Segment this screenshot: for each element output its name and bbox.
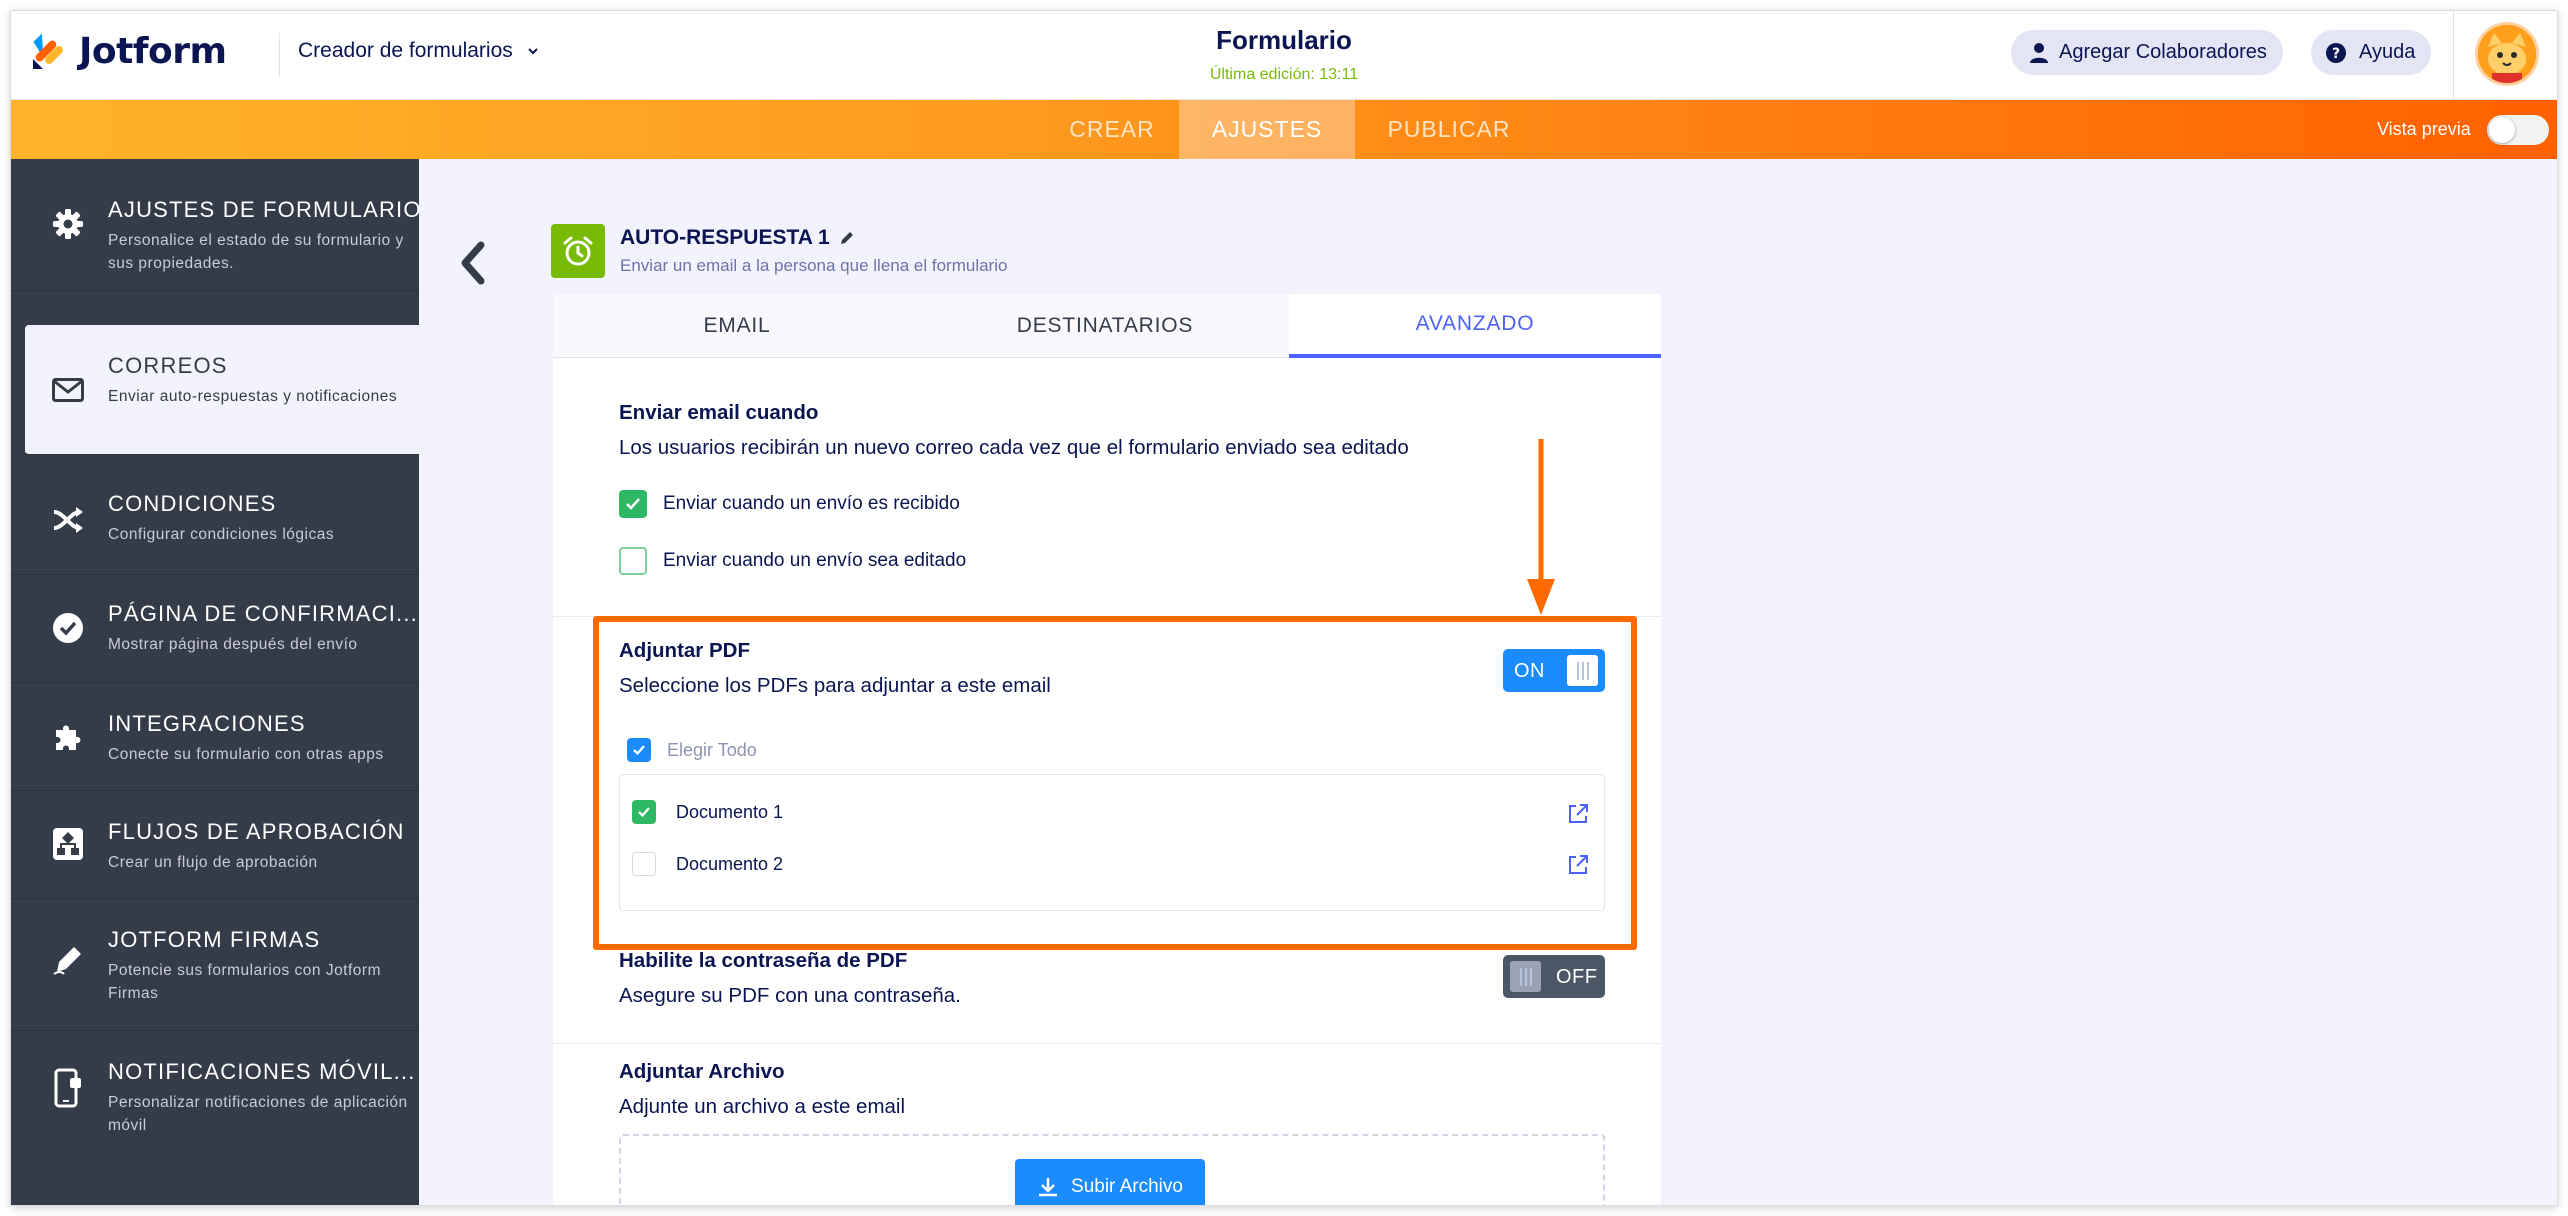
help-button[interactable]: ? Ayuda [2311,30,2432,75]
sidebar-item-title: FLUJOS DE APROBACIÓN [108,819,405,844]
add-collaborators-button[interactable]: Agregar Colaboradores [2011,30,2283,75]
send-when-desc: Los usuarios recibirán un nuevo correo c… [619,436,1409,459]
sidebar-item-integrations[interactable]: INTEGRACIONES Conecte su formulario con … [11,683,419,791]
autoresponse-title-text: AUTO-RESPUESTA 1 [620,226,830,249]
alarm-clock-icon [551,224,605,278]
tab-recipients[interactable]: DESTINATARIOS [921,294,1289,358]
panel-tabs: EMAIL DESTINATARIOS AVANZADO [553,294,1661,358]
envelope-icon [51,373,85,407]
sidebar-item-approval-flows[interactable]: FLUJOS DE APROBACIÓN Crear un flujo de a… [11,791,419,899]
settings-sidebar: AJUSTES DE FORMULARIO Personalice el est… [11,159,422,1205]
autoresponse-subtitle: Enviar un email a la persona que llena e… [620,256,1008,275]
sidebar-item-title: AJUSTES DE FORMULARIO [108,197,422,222]
sidebar-item-title: INTEGRACIONES [108,711,306,736]
pencil-icon[interactable] [838,229,856,247]
sidebar-item-jotform-sign[interactable]: JOTFORM FIRMAS Potencie sus formularios … [11,899,419,1031]
pdf-password-title: Habilite la contraseña de PDF [619,949,908,972]
send-on-receive-label: Enviar cuando un envío es recibido [663,493,960,514]
check-circle-icon [51,611,85,645]
upload-file-button[interactable]: Subir Archivo [1015,1159,1205,1205]
sidebar-item-title: PÁGINA DE CONFIRMACI... [108,601,418,626]
builder-navbar: CREAR AJUSTES PUBLICAR Vista previa [11,100,2557,159]
preview-toggle-knob [2489,117,2515,143]
send-when-title: Enviar email cuando [619,401,819,424]
annotation-highlight-box [593,616,1637,950]
send-on-receive-option[interactable]: Enviar cuando un envío es recibido [619,490,960,518]
pdf-password-toggle-label: OFF [1556,966,1598,988]
pdf-password-toggle[interactable]: OFF [1503,955,1605,998]
puzzle-icon [51,719,85,753]
sidebar-item-desc: Enviar auto-respuestas y notificaciones [108,388,398,405]
toggle-knob [1510,961,1541,992]
preview-toggle[interactable] [2487,115,2549,145]
sidebar-item-mobile-notifications[interactable]: NOTIFICACIONES MÓVIL... Personalizar not… [11,1031,419,1163]
sidebar-item-form-settings[interactable]: AJUSTES DE FORMULARIO Personalice el est… [11,159,422,291]
mobile-icon [51,1068,85,1108]
send-on-edit-label: Enviar cuando un envío sea editado [663,550,967,571]
send-on-edit-checkbox[interactable] [619,547,647,575]
sidebar-item-desc: Crear un flujo de aprobación [108,854,318,871]
sidebar-item-thank-you[interactable]: PÁGINA DE CONFIRMACI... Mostrar página d… [11,575,419,683]
tab-settings[interactable]: AJUSTES [1179,100,1355,159]
sidebar-item-emails[interactable]: CORREOS Enviar auto-respuestas y notific… [25,325,419,455]
tab-publish[interactable]: PUBLICAR [1369,100,1529,159]
sidebar-item-title: NOTIFICACIONES MÓVIL... [108,1059,416,1084]
tab-email[interactable]: EMAIL [553,294,921,358]
tab-create[interactable]: CREAR [1057,100,1167,159]
sidebar-item-conditions[interactable]: CONDICIONES Configurar condiciones lógic… [11,467,419,575]
sidebar-item-desc: Potencie sus formularios con Jotform Fir… [108,962,381,1002]
sidebar-item-title: CONDICIONES [108,491,277,516]
help-label: Ayuda [2359,41,2416,63]
attach-file-title: Adjuntar Archivo [619,1060,785,1083]
pen-icon [51,943,85,977]
top-header: Jotform Creador de formularios Formulari… [11,11,2557,100]
gear-icon [51,207,85,241]
sidebar-item-title: JOTFORM FIRMAS [108,927,321,952]
upload-file-label: Subir Archivo [1071,1175,1183,1197]
file-drop-zone[interactable]: Subir Archivo [619,1134,1605,1205]
back-chevron-icon[interactable] [455,239,489,287]
avatar[interactable] [2475,22,2539,86]
shuffle-icon [51,503,85,537]
download-icon [1039,1177,1058,1196]
header-divider-right [2453,11,2454,100]
sidebar-item-desc: Personalice el estado de su formulario y… [108,232,404,272]
help-icon: ? [2326,42,2346,63]
user-icon [2030,42,2048,63]
attach-file-desc: Adjunte un archivo a este email [619,1095,906,1118]
sidebar-item-desc: Configurar condiciones lógicas [108,526,335,543]
sidebar-item-desc: Mostrar página después del envío [108,636,358,653]
sidebar-item-title: CORREOS [108,353,228,378]
sidebar-item-desc: Personalizar notificaciones de aplicació… [108,1094,408,1134]
annotation-arrow-icon [1527,439,1555,615]
sidebar-item-desc: Conecte su formulario con otras apps [108,746,384,763]
send-on-receive-checkbox[interactable] [619,490,647,518]
svg-text:?: ? [2332,46,2340,62]
add-collaborators-label: Agregar Colaboradores [2059,41,2267,63]
preview-label: Vista previa [2377,119,2471,139]
cat-avatar-icon [2478,25,2536,83]
section-divider [553,1043,1661,1044]
autoresponse-title[interactable]: AUTO-RESPUESTA 1 [620,226,856,250]
tab-advanced[interactable]: AVANZADO [1289,294,1661,358]
send-on-edit-option[interactable]: Enviar cuando un envío sea editado [619,547,966,575]
app-window: Jotform Creador de formularios Formulari… [10,10,2558,1206]
flow-icon [51,827,85,861]
pdf-password-desc: Asegure su PDF con una contraseña. [619,984,961,1007]
